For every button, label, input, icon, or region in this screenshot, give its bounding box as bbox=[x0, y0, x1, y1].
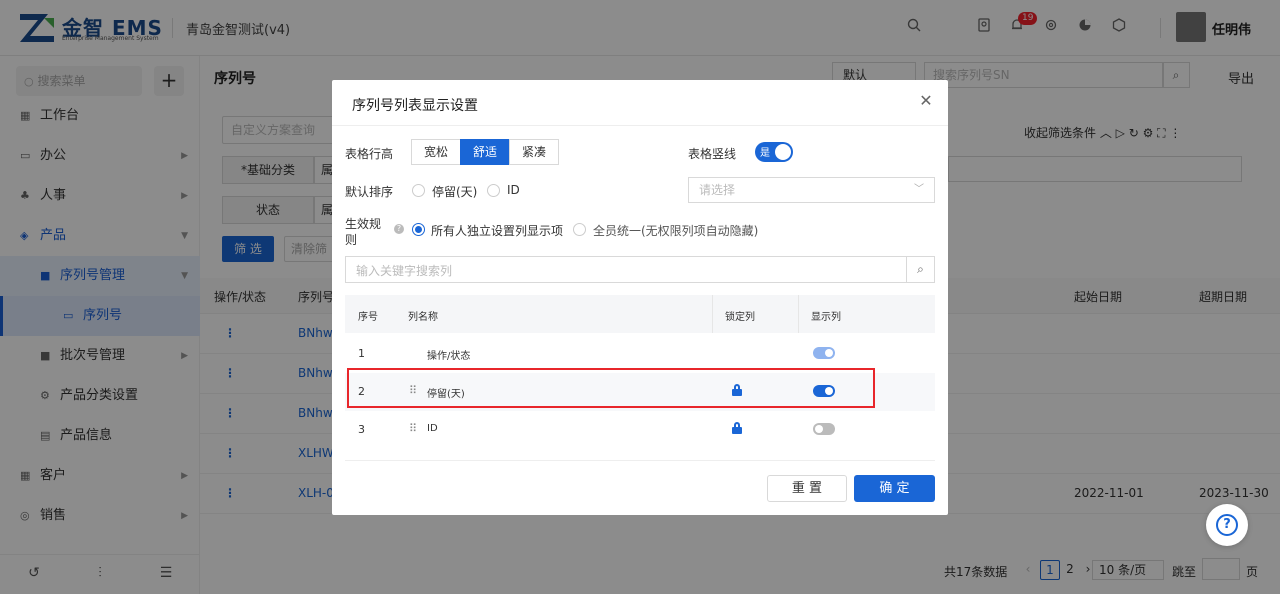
confirm-button[interactable]: 确 定 bbox=[854, 475, 935, 502]
rule-label: 生效规 bbox=[345, 217, 382, 231]
question-icon[interactable]: ? bbox=[394, 224, 404, 234]
row-index: 3 bbox=[358, 423, 365, 436]
column-search-placeholder: 输入关键字搜索列 bbox=[356, 264, 453, 278]
col-header-visible: 显示列 bbox=[811, 312, 841, 323]
select-placeholder: 请选择 bbox=[699, 183, 736, 197]
toggle-text: 是 bbox=[760, 148, 770, 159]
row-height-comfortable[interactable]: 舒适 bbox=[460, 139, 511, 165]
divider bbox=[345, 460, 935, 461]
rule-radio-unified[interactable] bbox=[573, 223, 586, 236]
rule-option-unified[interactable]: 全员统一(无权限列项自动隐藏) bbox=[593, 222, 758, 239]
column-divider bbox=[798, 295, 799, 333]
column-row[interactable]: 3 ⠿ ID bbox=[345, 411, 935, 449]
question-icon: ? bbox=[1216, 514, 1238, 536]
column-divider bbox=[712, 295, 713, 333]
highlight-box bbox=[347, 368, 875, 408]
column-name: 操作/状态 bbox=[427, 351, 471, 362]
visible-toggle bbox=[813, 347, 835, 359]
sort-option-stay[interactable]: 停留(天) bbox=[432, 183, 477, 200]
column-search-input[interactable]: 输入关键字搜索列 ⌕ bbox=[345, 256, 935, 283]
column-name: ID bbox=[427, 423, 438, 434]
chevron-down-icon: ﹀ bbox=[914, 184, 924, 195]
reset-button[interactable]: 重 置 bbox=[767, 475, 847, 502]
row-height-compact[interactable]: 紧凑 bbox=[509, 139, 560, 165]
column-table-header: 序号 列名称 锁定列 显示列 bbox=[345, 295, 935, 333]
rule-radio-individual[interactable] bbox=[412, 223, 425, 236]
close-icon[interactable]: ✕ bbox=[918, 93, 934, 109]
rule-label-cont: 则 bbox=[345, 233, 358, 247]
sort-radio-stay[interactable] bbox=[412, 184, 425, 197]
divider bbox=[332, 125, 948, 126]
drag-handle-icon[interactable]: ⠿ bbox=[409, 422, 417, 435]
toggle-knob bbox=[815, 425, 823, 433]
toggle-knob bbox=[775, 144, 791, 160]
row-height-label: 表格行高 bbox=[345, 147, 394, 161]
col-header-name: 列名称 bbox=[408, 312, 438, 323]
dialog-title: 序列号列表显示设置 bbox=[352, 98, 478, 114]
row-height-loose[interactable]: 宽松 bbox=[411, 139, 462, 165]
toggle-knob bbox=[825, 349, 833, 357]
sort-field-select[interactable]: 请选择 ﹀ bbox=[688, 177, 935, 203]
row-index: 1 bbox=[358, 347, 365, 360]
default-sort-label: 默认排序 bbox=[345, 185, 394, 199]
col-header-lock: 锁定列 bbox=[725, 312, 755, 323]
sort-radio-id[interactable] bbox=[487, 184, 500, 197]
visible-toggle[interactable] bbox=[813, 423, 835, 435]
help-button[interactable]: ? bbox=[1206, 504, 1248, 546]
vline-toggle[interactable]: 是 bbox=[755, 142, 793, 162]
col-header-index: 序号 bbox=[358, 312, 378, 323]
vline-label: 表格竖线 bbox=[688, 147, 737, 161]
lock-body bbox=[732, 427, 742, 434]
row-height-segmented: 宽松 舒适 紧凑 bbox=[411, 139, 560, 165]
rule-option-individual[interactable]: 所有人独立设置列显示项 bbox=[431, 222, 563, 239]
sort-option-id[interactable]: ID bbox=[507, 183, 520, 197]
column-settings-dialog: 序列号列表显示设置 ✕ 表格行高 宽松 舒适 紧凑 表格竖线 是 默认排序 停留… bbox=[332, 80, 948, 515]
lock-icon[interactable] bbox=[732, 422, 742, 434]
search-icon[interactable]: ⌕ bbox=[906, 257, 934, 282]
